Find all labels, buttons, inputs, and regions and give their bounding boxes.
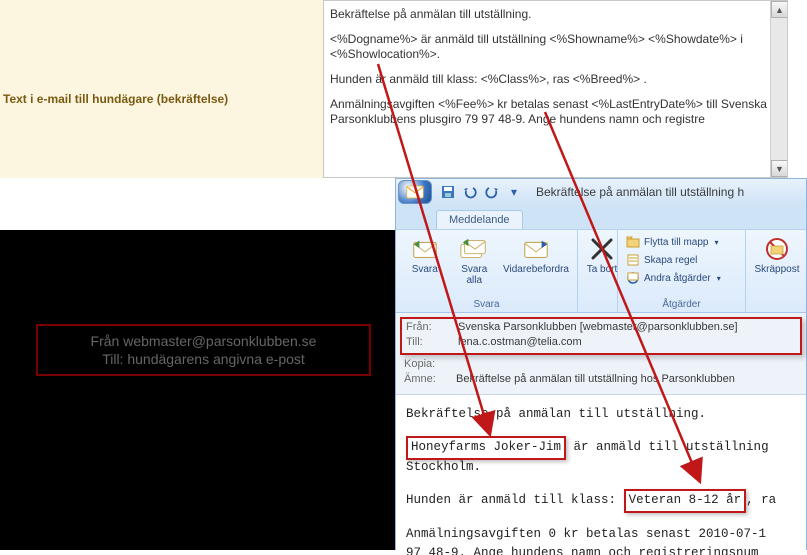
outlook-window: ▾ Bekräftelse på anmälan till utställnin… — [395, 178, 807, 550]
callout-line: Till: hundägarens angivna e-post — [38, 350, 369, 368]
folder-move-icon — [626, 235, 640, 249]
gear-small-icon — [626, 271, 640, 285]
junk-icon — [762, 236, 792, 262]
email-template-textarea[interactable]: Bekräftelse på anmälan till utställning.… — [323, 0, 788, 178]
cc-label: Kopia: — [404, 358, 456, 370]
scrollbar[interactable]: ▲ ▼ — [770, 1, 787, 177]
redo-icon[interactable] — [484, 184, 500, 200]
callout-box: Från webmaster@parsonklubben.se Till: hu… — [36, 324, 371, 376]
subject-label: Ämne: — [404, 373, 456, 385]
from-label: Från: — [406, 321, 458, 333]
message-body[interactable]: Bekräftelse på anmälan till utställning.… — [396, 395, 806, 555]
delete-button[interactable]: Ta bort — [584, 234, 620, 277]
body-line: Honeyfarms Joker-Jim är anmäld till utst… — [406, 438, 796, 477]
move-to-folder-button[interactable]: Flytta till mapp▾ — [624, 234, 739, 250]
callout-line: Från webmaster@parsonklubben.se — [38, 332, 369, 350]
scroll-up-button[interactable]: ▲ — [771, 1, 788, 18]
save-icon[interactable] — [440, 184, 456, 200]
template-line: Bekräftelse på anmälan till utställning. — [330, 7, 781, 22]
body-line: Bekräftelse på anmälan till utställning. — [406, 405, 796, 424]
ribbon-group-label: Svara — [402, 299, 571, 310]
to-label: Till: — [406, 336, 458, 348]
template-line: <%Dogname%> är anmäld till utställning <… — [330, 32, 781, 62]
scroll-down-button[interactable]: ▼ — [771, 160, 788, 177]
from-to-highlight: Från:Svenska Parsonklubben [webmaster@pa… — [400, 317, 802, 355]
envelope-reply-all-icon — [459, 236, 489, 262]
dropdown-icon[interactable]: ▾ — [506, 184, 522, 200]
left-panel: Text i e-mail till hundägare (bekräftels… — [0, 0, 323, 178]
template-field-label: Text i e-mail till hundägare (bekräftels… — [3, 92, 228, 106]
template-line: Anmälningsavgiften <%Fee%> kr betalas se… — [330, 97, 781, 127]
dark-background — [0, 230, 395, 550]
envelope-icon — [406, 185, 424, 199]
undo-icon[interactable] — [462, 184, 478, 200]
template-line: Hunden är anmäld till klass: <%Class%>, … — [330, 72, 781, 87]
rule-icon — [626, 253, 640, 267]
quick-access-toolbar: ▾ — [440, 184, 522, 200]
tab-message[interactable]: Meddelande — [436, 210, 523, 229]
reply-button[interactable]: Svara — [402, 234, 448, 277]
envelope-forward-icon — [521, 236, 551, 262]
body-line: Hunden är anmäld till klass: Veteran 8-1… — [406, 491, 796, 510]
other-actions-button[interactable]: Andra åtgärder▾ — [624, 270, 739, 286]
to-value: lena.c.ostman@telia.com — [458, 336, 796, 348]
delete-x-icon — [587, 236, 617, 262]
forward-button[interactable]: Vidarebefordra — [501, 234, 571, 277]
create-rule-button[interactable]: Skapa regel — [624, 252, 739, 268]
message-header: Från:Svenska Parsonklubben [webmaster@pa… — [396, 313, 806, 395]
ribbon-tabs: Meddelande — [396, 205, 806, 229]
reply-all-button[interactable]: Svara alla — [452, 234, 498, 288]
ribbon-group-label: Åtgärder — [624, 299, 739, 310]
body-line: Anmälningsavgiften 0 kr betalas senast 2… — [406, 525, 796, 555]
office-button[interactable] — [398, 180, 432, 204]
class-highlight: Veteran 8-12 år — [624, 489, 747, 512]
dogname-highlight: Honeyfarms Joker-Jim — [406, 436, 566, 459]
titlebar: ▾ Bekräftelse på anmälan till utställnin… — [396, 179, 806, 205]
junk-button[interactable]: Skräppost — [752, 234, 802, 277]
subject-value: Bekräftelse på anmälan till utställning … — [456, 373, 798, 385]
from-value: Svenska Parsonklubben [webmaster@parsonk… — [458, 321, 796, 333]
envelope-reply-icon — [410, 236, 440, 262]
ribbon: Svara Svara alla Vidarebefordra Svara Ta… — [396, 229, 806, 313]
window-title: Bekräftelse på anmälan till utställning … — [536, 185, 744, 199]
